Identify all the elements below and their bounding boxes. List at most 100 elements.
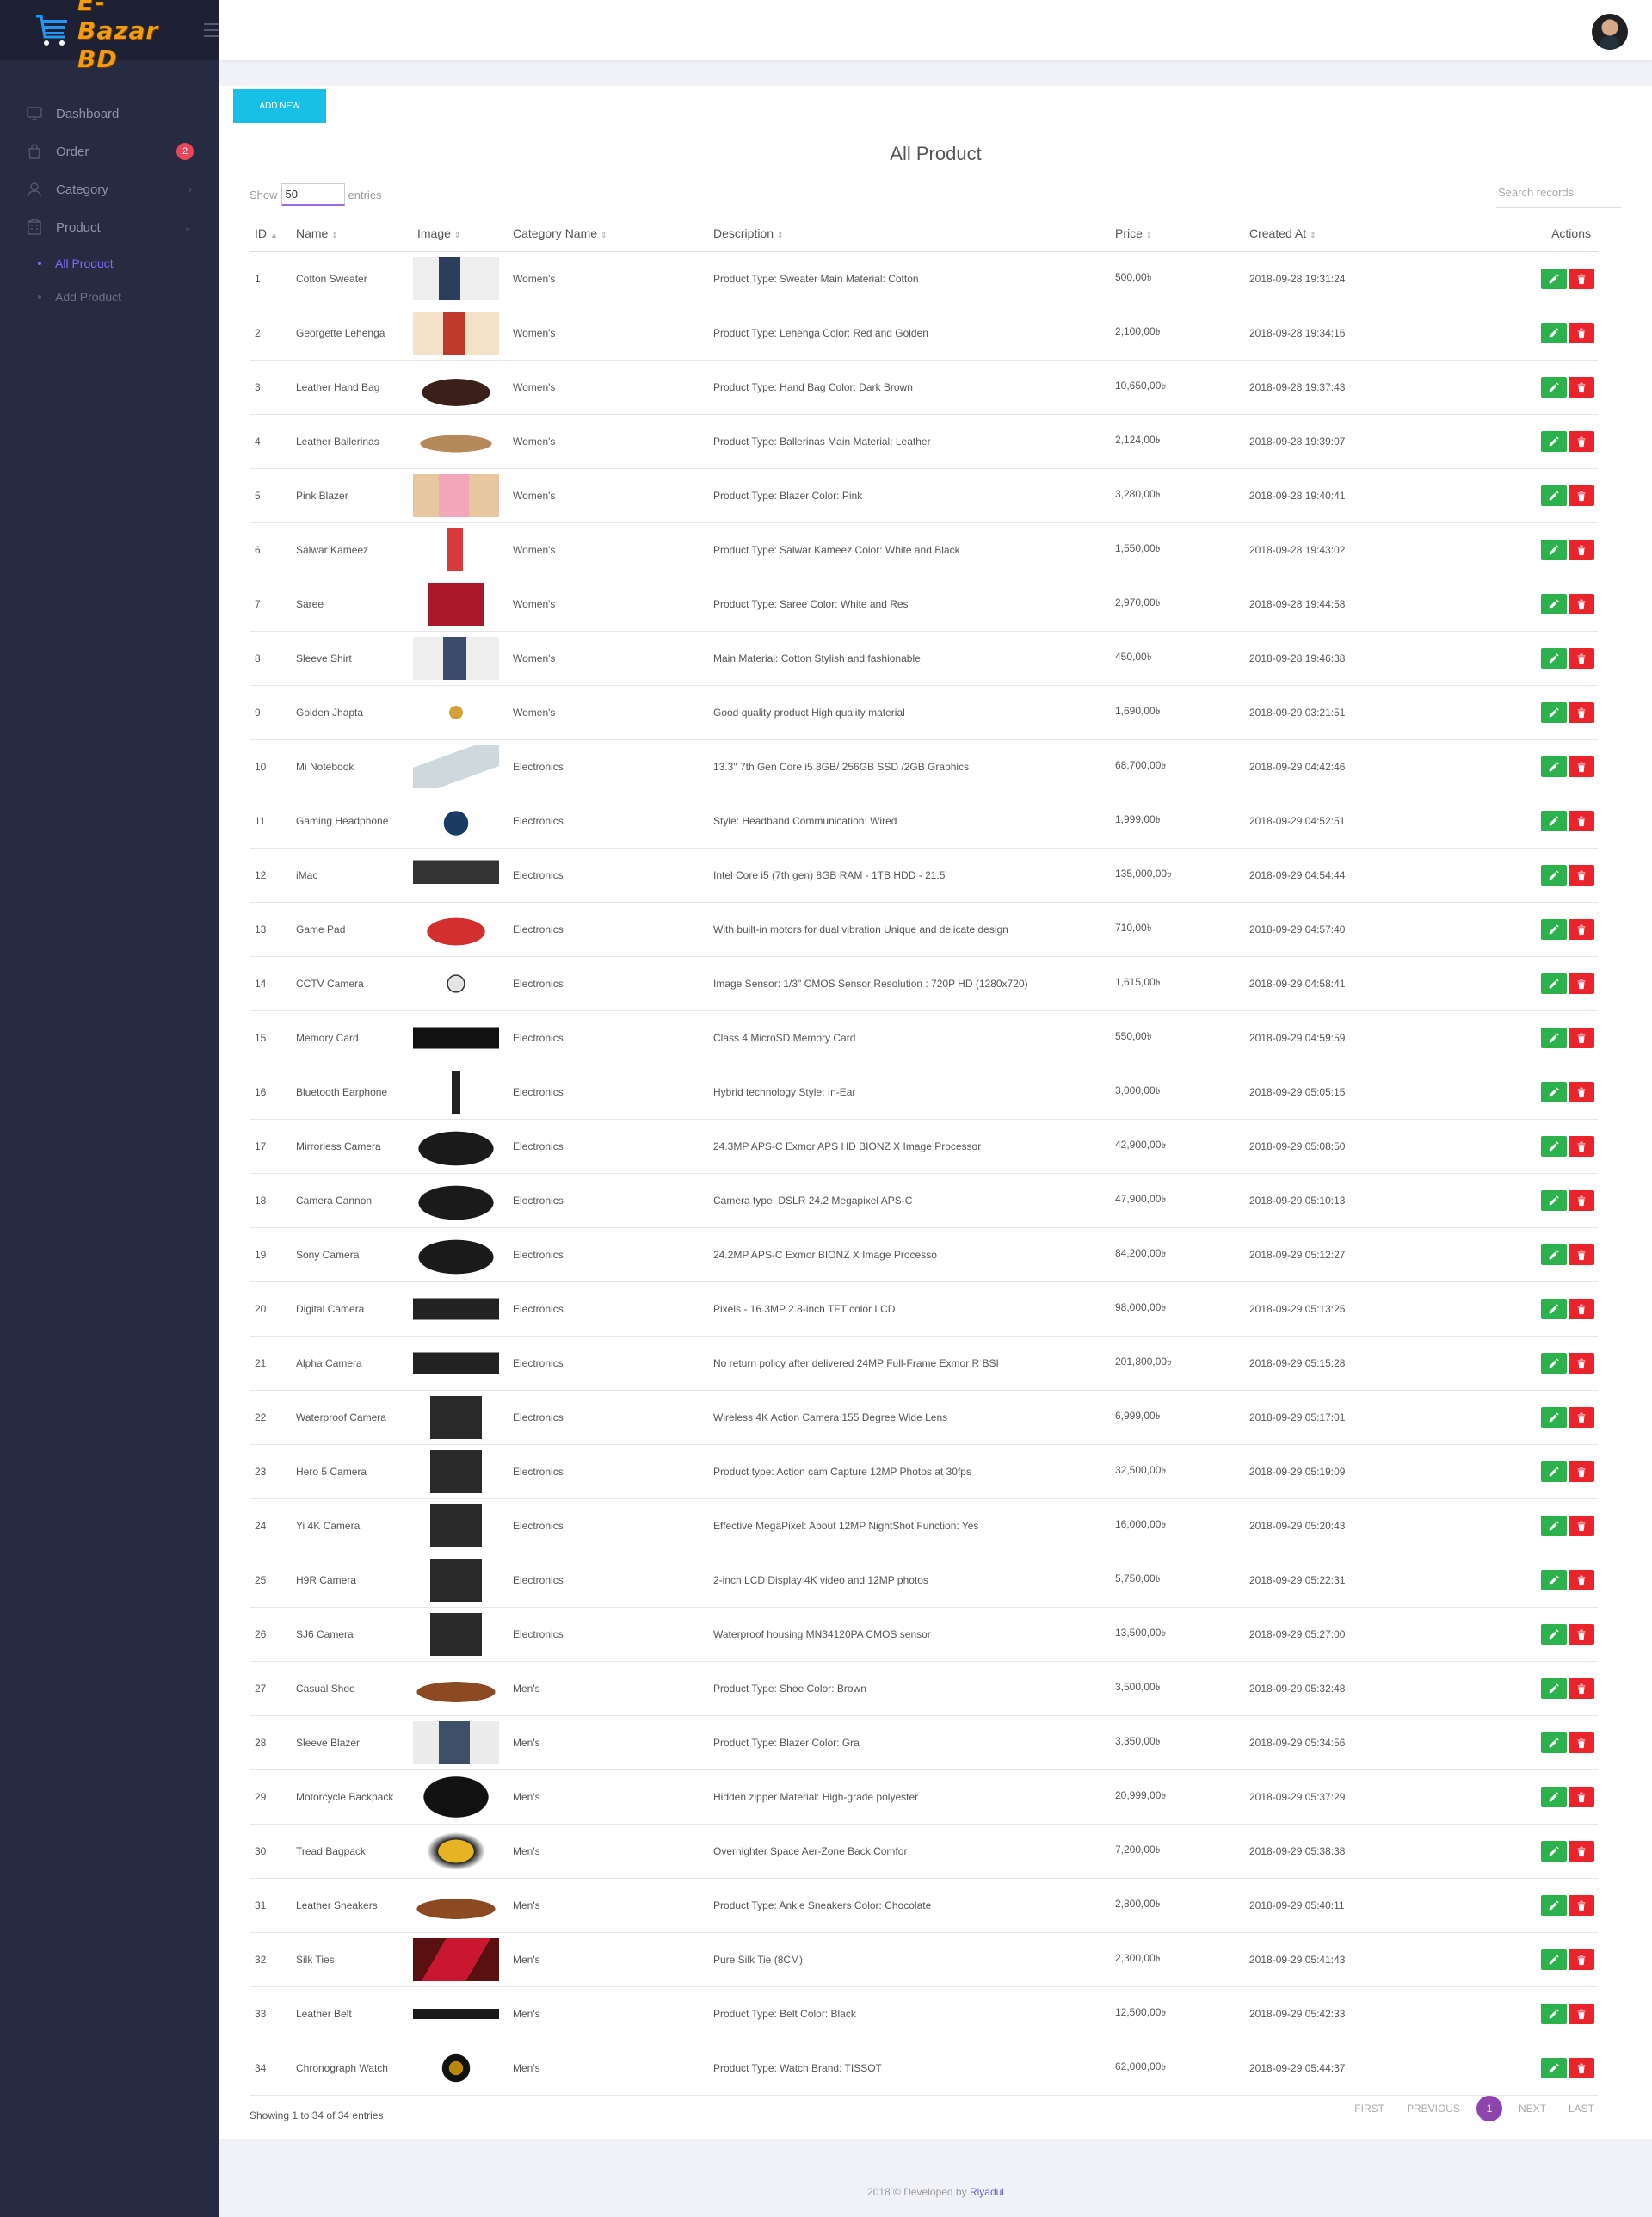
edit-button[interactable] — [1541, 1840, 1567, 1862]
sidebar-subitem-add-product[interactable]: Add Product — [0, 280, 219, 313]
delete-button[interactable] — [1569, 1786, 1594, 1807]
delete-button[interactable] — [1569, 1677, 1594, 1699]
cell-image — [413, 794, 509, 849]
table-row: 31 Leather Sneakers Men's Product Type: Ank… — [250, 1878, 1598, 1933]
sidebar-item-dashboard[interactable]: Dashboard — [0, 95, 219, 133]
edit-button[interactable] — [1541, 1244, 1567, 1265]
sidebar-item-order[interactable]: Order 2 — [0, 133, 219, 170]
column-header-price[interactable]: Price ⇕ — [1111, 215, 1245, 252]
edit-button[interactable] — [1541, 918, 1567, 940]
edit-button[interactable] — [1541, 1623, 1567, 1645]
edit-button[interactable] — [1541, 1135, 1567, 1157]
edit-button[interactable] — [1541, 376, 1567, 398]
delete-button[interactable] — [1569, 322, 1594, 343]
edit-button[interactable] — [1541, 701, 1567, 723]
delete-button[interactable] — [1569, 1135, 1594, 1157]
delete-button[interactable] — [1569, 1406, 1594, 1428]
delete-button[interactable] — [1569, 1027, 1594, 1048]
column-header-image[interactable]: Image ⇕ — [413, 215, 509, 252]
delete-button[interactable] — [1569, 1732, 1594, 1753]
page-last-link[interactable]: LAST — [1557, 2103, 1606, 2115]
delete-button[interactable] — [1569, 268, 1594, 289]
avatar[interactable] — [1592, 14, 1628, 50]
delete-button[interactable] — [1569, 1189, 1594, 1211]
pencil-icon — [1549, 761, 1559, 771]
edit-button[interactable] — [1541, 2003, 1567, 2024]
column-header-id[interactable]: ID ▲ — [250, 215, 292, 252]
edit-button[interactable] — [1541, 2057, 1567, 2078]
sidebar-subitem-all-product[interactable]: All Product — [0, 246, 219, 280]
delete-button[interactable] — [1569, 973, 1594, 994]
edit-button[interactable] — [1541, 1677, 1567, 1699]
edit-button[interactable] — [1541, 485, 1567, 506]
delete-button[interactable] — [1569, 485, 1594, 506]
delete-button[interactable] — [1569, 1623, 1594, 1645]
delete-button[interactable] — [1569, 2003, 1594, 2024]
delete-button[interactable] — [1569, 1352, 1594, 1374]
column-header-created-at[interactable]: Created At ⇕ — [1245, 215, 1436, 252]
entries-count-input[interactable] — [280, 183, 345, 206]
delete-button[interactable] — [1569, 2057, 1594, 2078]
edit-button[interactable] — [1541, 1569, 1567, 1590]
edit-button[interactable] — [1541, 1081, 1567, 1102]
delete-button[interactable] — [1569, 647, 1594, 669]
delete-button[interactable] — [1569, 864, 1594, 886]
column-header-category[interactable]: Category Name ⇕ — [509, 215, 709, 252]
sidebar-item-product[interactable]: Product ⌄ — [0, 208, 219, 246]
edit-button[interactable] — [1541, 1298, 1567, 1319]
cell-description: Hybrid technology Style: In-Ear — [709, 1065, 1111, 1120]
delete-button[interactable] — [1569, 1840, 1594, 1862]
column-header-description[interactable]: Description ⇕ — [709, 215, 1111, 252]
edit-button[interactable] — [1541, 430, 1567, 452]
edit-button[interactable] — [1541, 593, 1567, 614]
delete-button[interactable] — [1569, 701, 1594, 723]
edit-button[interactable] — [1541, 1948, 1567, 1970]
edit-button[interactable] — [1541, 647, 1567, 669]
product-image — [413, 1558, 499, 1602]
edit-button[interactable] — [1541, 756, 1567, 777]
delete-button[interactable] — [1569, 756, 1594, 777]
delete-button[interactable] — [1569, 1948, 1594, 1970]
delete-button[interactable] — [1569, 593, 1594, 614]
search-input[interactable] — [1496, 177, 1621, 208]
delete-button[interactable] — [1569, 1081, 1594, 1102]
delete-button[interactable] — [1569, 810, 1594, 831]
cell-description: Style: Headband Communication: Wired — [709, 794, 1111, 849]
edit-button[interactable] — [1541, 1352, 1567, 1374]
page-next-link[interactable]: NEXT — [1507, 2103, 1557, 2115]
edit-button[interactable] — [1541, 973, 1567, 994]
delete-button[interactable] — [1569, 1244, 1594, 1265]
delete-button[interactable] — [1569, 539, 1594, 560]
delete-button[interactable] — [1569, 376, 1594, 398]
page-first-link[interactable]: FIRST — [1343, 2103, 1396, 2115]
edit-button[interactable] — [1541, 864, 1567, 886]
delete-button[interactable] — [1569, 430, 1594, 452]
delete-button[interactable] — [1569, 1298, 1594, 1319]
page-previous-link[interactable]: PREVIOUS — [1396, 2103, 1471, 2115]
edit-button[interactable] — [1541, 1894, 1567, 1916]
edit-button[interactable] — [1541, 268, 1567, 289]
edit-button[interactable] — [1541, 810, 1567, 831]
sidebar-item-category[interactable]: Category › — [0, 170, 219, 208]
table-row: 33 Leather Belt Men's Product Type: Belt Co… — [250, 1986, 1598, 2041]
menu-toggle-icon[interactable] — [204, 23, 219, 37]
edit-button[interactable] — [1541, 1027, 1567, 1048]
edit-button[interactable] — [1541, 1461, 1567, 1482]
page-current[interactable]: 1 — [1476, 2096, 1502, 2121]
edit-button[interactable] — [1541, 1406, 1567, 1428]
edit-button[interactable] — [1541, 1189, 1567, 1211]
column-header-name[interactable]: Name ⇕ — [292, 215, 413, 252]
add-new-button[interactable]: ADD NEW — [233, 89, 326, 123]
edit-button[interactable] — [1541, 539, 1567, 560]
edit-button[interactable] — [1541, 322, 1567, 343]
footer-author-link[interactable]: Riyadul — [970, 2186, 1004, 2198]
edit-button[interactable] — [1541, 1515, 1567, 1536]
delete-button[interactable] — [1569, 1894, 1594, 1916]
edit-button[interactable] — [1541, 1732, 1567, 1753]
logo[interactable]: E-Bazar BD — [34, 0, 173, 73]
delete-button[interactable] — [1569, 918, 1594, 940]
delete-button[interactable] — [1569, 1515, 1594, 1536]
edit-button[interactable] — [1541, 1786, 1567, 1807]
delete-button[interactable] — [1569, 1461, 1594, 1482]
delete-button[interactable] — [1569, 1569, 1594, 1590]
